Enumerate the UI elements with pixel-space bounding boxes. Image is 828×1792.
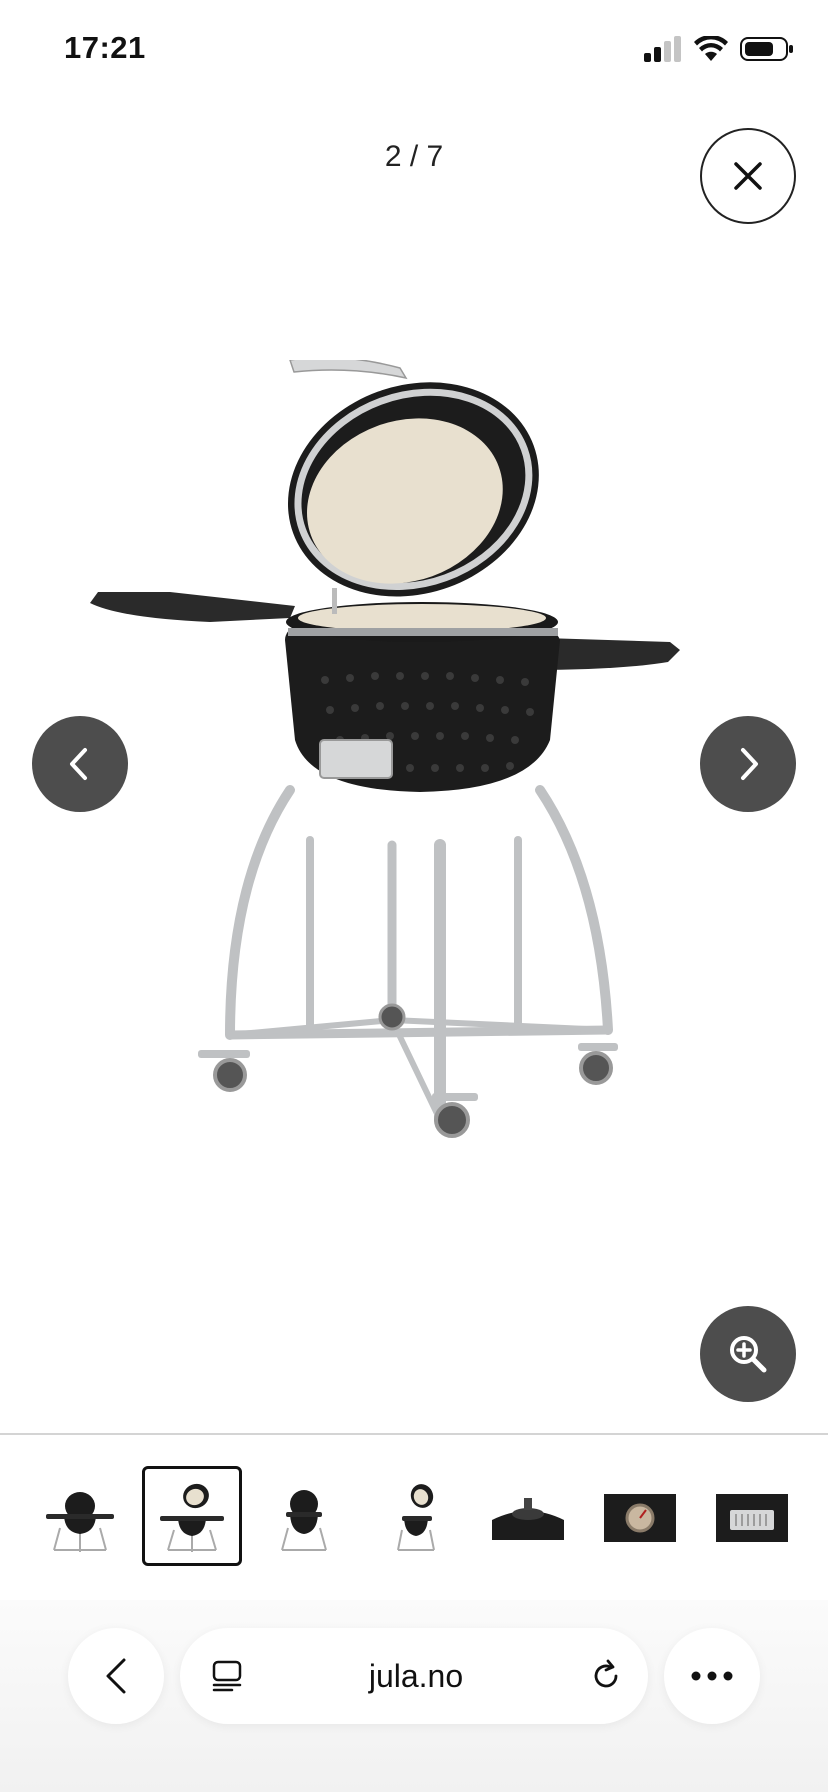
more-dots-icon xyxy=(691,1671,733,1681)
thumbnail-6[interactable] xyxy=(590,1466,690,1566)
product-image xyxy=(90,360,680,1138)
status-icons xyxy=(644,36,794,62)
image-gallery-screen: 17:21 2 / 7 jula.no xyxy=(0,0,828,1792)
close-button[interactable] xyxy=(700,128,796,224)
zoom-button[interactable] xyxy=(700,1306,796,1402)
bottom-vent-thumbnail-icon xyxy=(716,1494,788,1542)
grill-open-side-thumbnail-icon xyxy=(397,1484,435,1551)
grill-lid-icon xyxy=(287,382,539,597)
grill-closed-thumbnail-icon xyxy=(46,1492,114,1552)
zoom-in-icon xyxy=(730,1336,767,1373)
thumbnail-7[interactable] xyxy=(702,1466,802,1566)
thumbnail-1[interactable] xyxy=(30,1466,130,1566)
wifi-icon xyxy=(694,36,728,61)
grill-open-thumbnail-icon xyxy=(160,1483,224,1552)
chevron-left-icon xyxy=(70,748,87,780)
status-time: 17:21 xyxy=(64,30,146,65)
bottom-vent-icon xyxy=(319,739,393,779)
left-shelf-icon xyxy=(90,592,295,622)
thumbnail-strip xyxy=(30,1466,800,1566)
tab-overview-icon[interactable] xyxy=(210,1659,244,1693)
thermometer-thumbnail-icon xyxy=(604,1494,676,1542)
thumbnail-3[interactable] xyxy=(254,1466,354,1566)
chevron-left-icon xyxy=(106,1658,126,1694)
more-options-button[interactable] xyxy=(664,1628,760,1724)
grill-closed-side-thumbnail-icon xyxy=(281,1490,327,1551)
browser-toolbar: jula.no xyxy=(0,1600,828,1792)
address-bar[interactable]: jula.no xyxy=(180,1628,648,1724)
previous-image-button[interactable] xyxy=(32,716,128,812)
browser-back-button[interactable] xyxy=(68,1628,164,1724)
close-icon xyxy=(734,162,762,190)
chevron-right-icon xyxy=(741,748,758,780)
thumbnail-2[interactable] xyxy=(142,1466,242,1566)
thumbnail-4[interactable] xyxy=(366,1466,466,1566)
next-image-button[interactable] xyxy=(700,716,796,812)
divider xyxy=(0,1433,828,1435)
reload-icon[interactable] xyxy=(588,1658,624,1694)
thumbnail-5[interactable] xyxy=(478,1466,578,1566)
url-text: jula.no xyxy=(368,1657,464,1694)
lid-handle-icon xyxy=(289,360,408,380)
grill-cart-icon xyxy=(225,785,613,1126)
battery-icon xyxy=(740,37,793,61)
signal-icon xyxy=(644,36,681,62)
vent-cap-thumbnail-icon xyxy=(492,1498,564,1540)
